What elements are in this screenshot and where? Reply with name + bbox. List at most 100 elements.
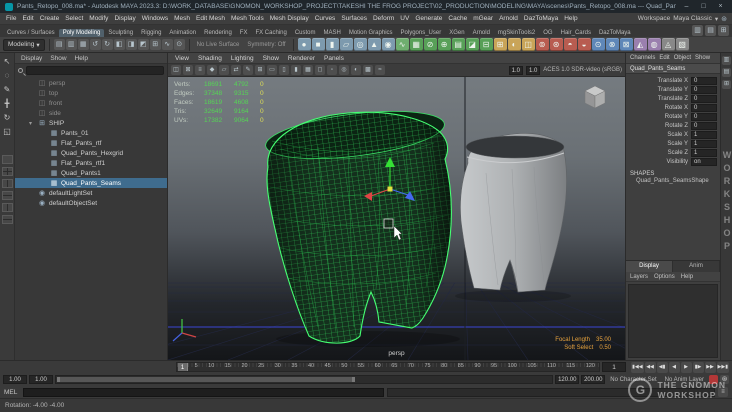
outliner-item-persp[interactable]: ◫ persp bbox=[15, 78, 167, 88]
outliner-menu[interactable]: Show bbox=[50, 55, 66, 62]
outliner-item-flat-pants-rtf[interactable]: ▦ Flat_Pants_rtf bbox=[15, 138, 167, 148]
channel-value-field[interactable]: 0 bbox=[691, 94, 717, 103]
menu-item[interactable]: Select bbox=[62, 15, 86, 22]
range-slider-track[interactable] bbox=[55, 375, 554, 384]
shelf-tab[interactable]: Rigging bbox=[137, 29, 165, 37]
outliner-item-pants-01[interactable]: ▦ Pants_01 bbox=[15, 128, 167, 138]
step-forward-frame-button[interactable]: ▮▶ bbox=[692, 361, 704, 373]
frame-number[interactable]: 30 bbox=[275, 362, 281, 371]
select-by-hierarchy-icon[interactable]: ◧ bbox=[113, 39, 125, 50]
menu-item[interactable]: Arnold bbox=[496, 15, 521, 22]
symmetry-indicator[interactable]: Symmetry: Off bbox=[244, 42, 288, 48]
snap-to-grids-icon[interactable]: ⊞ bbox=[149, 39, 161, 50]
select-camera-icon[interactable]: ◫ bbox=[171, 65, 181, 75]
channel-value-field[interactable]: 1 bbox=[691, 130, 717, 139]
go-to-start-button[interactable]: ▮◀◀ bbox=[631, 361, 644, 373]
auto-key-icon[interactable] bbox=[709, 375, 718, 384]
shelf-tab[interactable]: Animation bbox=[165, 29, 200, 37]
poly-cylinder-icon[interactable]: ▮ bbox=[325, 38, 339, 51]
outliner-item-side[interactable]: ◫ side bbox=[15, 108, 167, 118]
expand-arrow-icon[interactable]: ▾ bbox=[29, 120, 35, 127]
redo-icon[interactable]: ↻ bbox=[101, 39, 113, 50]
persp-outliner-layout-button[interactable] bbox=[1, 179, 13, 188]
menu-item[interactable]: DazToMaya bbox=[521, 15, 561, 22]
playback-start-field[interactable]: 1.00 bbox=[29, 375, 53, 384]
select-by-component-icon[interactable]: ◩ bbox=[137, 39, 149, 50]
viewport-menu[interactable]: Shading bbox=[198, 55, 222, 62]
menu-set-selector[interactable]: Modeling ▾ bbox=[3, 38, 45, 51]
frame-number[interactable]: 70 bbox=[408, 362, 414, 371]
layer-editor-menu[interactable]: Options bbox=[654, 274, 675, 280]
channel-value-field[interactable]: 0 bbox=[691, 85, 717, 94]
outliner-item-ship[interactable]: ▾ ⊞ SHIP bbox=[15, 118, 167, 128]
channel-box-menu[interactable]: Edit bbox=[659, 55, 669, 61]
soft-select-icon[interactable]: ◍ bbox=[647, 38, 661, 51]
snap-to-points-icon[interactable]: ⊙ bbox=[173, 39, 185, 50]
channel-name[interactable]: Translate Z bbox=[626, 96, 691, 102]
gray-pants-model[interactable] bbox=[460, 133, 567, 293]
bevel-icon[interactable]: ◪ bbox=[465, 38, 479, 51]
playback-end-field[interactable]: 120.00 bbox=[555, 375, 580, 384]
view-cube[interactable] bbox=[581, 82, 609, 110]
isolate-select-icon[interactable]: ◎ bbox=[339, 65, 349, 75]
gamma-field[interactable]: 1.0 bbox=[525, 65, 541, 75]
outliner-search-input[interactable] bbox=[26, 66, 164, 75]
viewport-canvas[interactable]: Verts: 18691 4792 0 Edges: 37348 9315 0 … bbox=[168, 77, 625, 360]
shelf-tab[interactable]: FX Caching bbox=[251, 29, 290, 37]
quad-draw-icon[interactable]: ▦ bbox=[409, 38, 423, 51]
poly-torus-icon[interactable]: ◎ bbox=[353, 38, 367, 51]
tool-settings-toggle-icon[interactable]: ⊞ bbox=[722, 80, 731, 89]
menu-item[interactable]: Mesh Display bbox=[267, 15, 312, 22]
film-gate-icon[interactable]: ▭ bbox=[267, 65, 277, 75]
select-tool-icon[interactable]: ↖ bbox=[1, 55, 14, 68]
uv-editor-icon[interactable]: ▧ bbox=[675, 38, 689, 51]
channel-value-field[interactable]: 1 bbox=[691, 148, 717, 157]
viewport-menu[interactable]: Lighting bbox=[231, 55, 254, 62]
frame-number[interactable]: 5 bbox=[195, 362, 198, 371]
safe-action-icon[interactable]: ◻ bbox=[315, 65, 325, 75]
shelf-tab[interactable]: Custom bbox=[291, 29, 320, 37]
wireframe-on-shaded-icon[interactable]: ▩ bbox=[363, 65, 373, 75]
outliner-item-quad-pants-seams[interactable]: ▦ Quad_Pants_Seams bbox=[15, 178, 167, 188]
channel-box-toggle-icon[interactable]: ▥ bbox=[722, 56, 731, 65]
color-space-selector[interactable]: ACES 1.0 SDR-video (sRGB) bbox=[543, 67, 622, 73]
gear-icon[interactable]: ⊛ bbox=[721, 15, 727, 23]
viewport-menu[interactable]: Renderer bbox=[288, 55, 315, 62]
workspace-value[interactable]: Maya Classic bbox=[673, 15, 712, 22]
frame-number[interactable]: 115 bbox=[566, 362, 575, 371]
animation-end-field[interactable]: 200.00 bbox=[581, 375, 606, 384]
center-pivot-icon[interactable]: ⊙ bbox=[591, 38, 605, 51]
menu-item[interactable]: Windows bbox=[139, 15, 171, 22]
grease-pencil-icon[interactable]: ✎ bbox=[243, 65, 253, 75]
frame-number[interactable]: 90 bbox=[474, 362, 480, 371]
separate-icon[interactable]: ⊛ bbox=[549, 38, 563, 51]
outliner-item-quad-pants1[interactable]: ▦ Quad_Pants1 bbox=[15, 168, 167, 178]
outliner-item-flat-pants-rtf1[interactable]: ▦ Flat_Pants_rtf1 bbox=[15, 158, 167, 168]
grid-toggle-icon[interactable]: ⊞ bbox=[255, 65, 265, 75]
shelf-tab[interactable]: Poly Modeling bbox=[58, 29, 105, 37]
menu-item[interactable]: Create bbox=[37, 15, 63, 22]
poly-plane-icon[interactable]: ▱ bbox=[339, 38, 353, 51]
menu-item[interactable]: Mesh Tools bbox=[228, 15, 267, 22]
bookmarks-icon[interactable]: ◆ bbox=[207, 65, 217, 75]
2d-pan-zoom-icon[interactable]: ⇄ bbox=[231, 65, 241, 75]
script-language-label[interactable]: MEL bbox=[4, 389, 20, 396]
camera-attributes-icon[interactable]: ≡ bbox=[195, 65, 205, 75]
frame-number[interactable]: 95 bbox=[491, 362, 497, 371]
frame-number[interactable]: 110 bbox=[547, 362, 556, 371]
frame-number[interactable]: 50 bbox=[341, 362, 347, 371]
frame-number[interactable]: 75 bbox=[424, 362, 430, 371]
animation-start-field[interactable]: 1.00 bbox=[3, 375, 27, 384]
frame-number[interactable]: 35 bbox=[291, 362, 297, 371]
target-weld-icon[interactable]: ⊕ bbox=[437, 38, 451, 51]
time-slider-track[interactable]: 15 10 15 20 25 30 35 40 45 50 55 60 65 70 75 80 85 90 95 10… bbox=[176, 362, 601, 372]
menu-item[interactable]: Deform bbox=[370, 15, 397, 22]
channel-value-field[interactable]: 0 bbox=[691, 103, 717, 112]
poly-cone-icon[interactable]: ▲ bbox=[367, 38, 381, 51]
range-slider-bar[interactable] bbox=[57, 377, 355, 382]
menu-item[interactable]: mGear bbox=[470, 15, 496, 22]
channel-box-menu[interactable]: Show bbox=[695, 55, 710, 61]
outliner-item-front[interactable]: ◫ front bbox=[15, 98, 167, 108]
frame-number[interactable]: 15 bbox=[225, 362, 231, 371]
menu-item[interactable]: Display bbox=[111, 15, 138, 22]
